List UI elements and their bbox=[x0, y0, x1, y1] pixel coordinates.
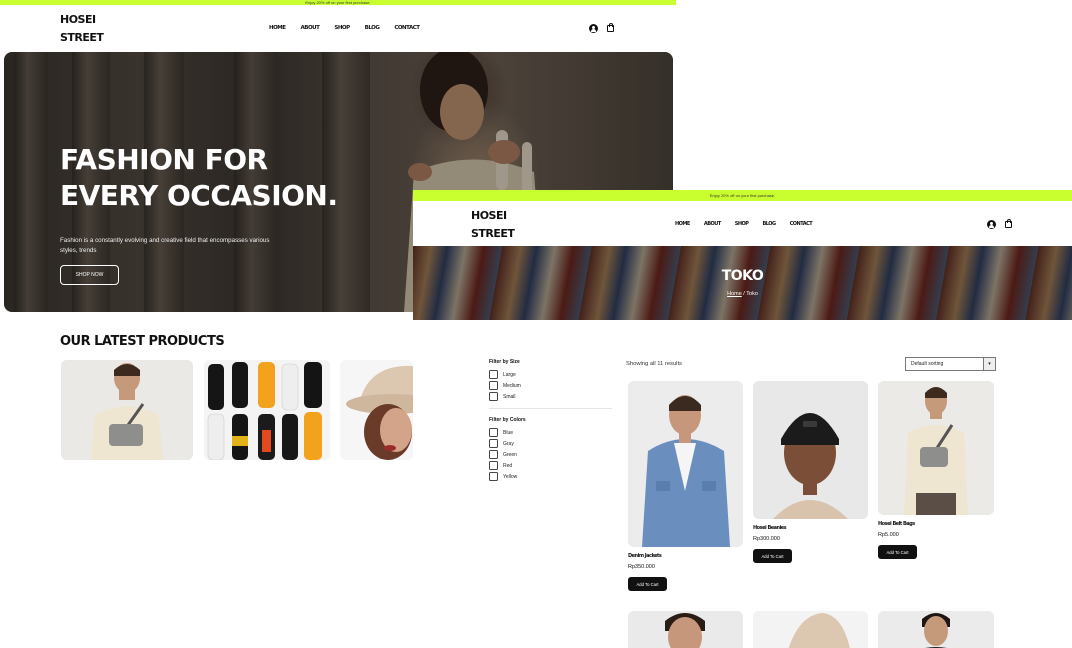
sort-select[interactable]: Default sorting ▾ bbox=[905, 357, 996, 371]
logo-line-1: HOSEI bbox=[60, 13, 96, 26]
sort-value: Default sorting bbox=[911, 361, 944, 367]
product-image-belt-bag bbox=[61, 360, 193, 460]
product-photo-row2-3 bbox=[878, 611, 994, 648]
filter-size-large[interactable]: Large bbox=[489, 370, 516, 379]
header-utilities bbox=[589, 23, 614, 33]
page-title: TOKO bbox=[721, 268, 764, 284]
filter-color-red[interactable]: Red bbox=[489, 461, 512, 470]
product-price: Rp5.000 bbox=[878, 532, 899, 538]
filter-label: Red bbox=[503, 462, 513, 469]
nav-home[interactable]: HOME bbox=[675, 221, 690, 227]
nav-contact[interactable]: CONTACT bbox=[790, 221, 813, 227]
user-icon[interactable] bbox=[589, 24, 598, 33]
hero-subtitle: Fashion is a constantly evolving and cre… bbox=[60, 237, 270, 254]
nav-about[interactable]: ABOUT bbox=[301, 25, 320, 31]
add-to-cart-button[interactable]: Add To Cart bbox=[628, 577, 667, 591]
hero-title: FASHION FOR EVERY OCCASION. bbox=[60, 142, 338, 214]
nav-blog[interactable]: BLOG bbox=[365, 25, 380, 31]
nav-shop[interactable]: SHOP bbox=[334, 25, 350, 31]
product-photo-row2-2 bbox=[753, 611, 868, 648]
checkbox[interactable] bbox=[489, 461, 498, 470]
filter-size-medium[interactable]: Medium bbox=[489, 381, 521, 390]
filter-label: Gray bbox=[503, 440, 514, 447]
breadcrumb-current: / Toko bbox=[741, 291, 758, 297]
logo[interactable]: HOSEI STREET bbox=[471, 207, 515, 243]
belt-bag-photo bbox=[878, 381, 994, 515]
filter-label: Large bbox=[503, 371, 516, 378]
user-icon[interactable] bbox=[987, 220, 996, 229]
filter-color-gray[interactable]: Gray bbox=[489, 439, 514, 448]
nav-contact[interactable]: CONTACT bbox=[394, 25, 420, 31]
product-image-belt-bag[interactable] bbox=[878, 381, 994, 515]
breadcrumb-home-link[interactable]: Home bbox=[727, 291, 742, 297]
hero-title-line-1: FASHION FOR bbox=[60, 143, 268, 176]
filter-label: Medium bbox=[503, 382, 521, 389]
latest-product-card[interactable] bbox=[61, 360, 193, 460]
logo-line-2: STREET bbox=[471, 227, 515, 240]
product-name[interactable]: Hosei Belt Bags bbox=[878, 521, 915, 527]
logo-line-1: HOSEI bbox=[471, 209, 507, 222]
filter-size-title: Filter by Size bbox=[489, 359, 520, 365]
shop-window: Enjoy 20% off on your first purchase. HO… bbox=[413, 190, 1072, 648]
nav-blog[interactable]: BLOG bbox=[762, 221, 776, 227]
breadcrumb: Home / Toko bbox=[413, 291, 1072, 297]
add-to-cart-button[interactable]: Add To Cart bbox=[878, 545, 917, 559]
filter-color-title: Filter by Colors bbox=[489, 417, 526, 423]
filter-size-small[interactable]: Small bbox=[489, 392, 516, 401]
checkbox[interactable] bbox=[489, 428, 498, 437]
nav-about[interactable]: ABOUT bbox=[704, 221, 721, 227]
logo-line-2: STREET bbox=[60, 31, 104, 44]
bag-icon[interactable] bbox=[1005, 219, 1012, 228]
header-utilities bbox=[987, 219, 1012, 229]
checkbox[interactable] bbox=[489, 392, 498, 401]
promo-bar: Enjoy 20% off on your first purchase. bbox=[413, 190, 1072, 201]
filter-color-green[interactable]: Green bbox=[489, 450, 517, 459]
nav-home[interactable]: HOME bbox=[269, 25, 286, 31]
filter-color-yellow[interactable]: Yellow bbox=[489, 472, 517, 481]
product-image-socks bbox=[204, 360, 330, 460]
latest-product-card[interactable] bbox=[204, 360, 330, 460]
product-image-row2[interactable] bbox=[878, 611, 994, 648]
main-nav: HOME ABOUT SHOP BLOG CONTACT bbox=[269, 25, 420, 31]
results-count: Showing all 11 results bbox=[626, 361, 682, 367]
product-image-denim-jacket[interactable] bbox=[628, 381, 743, 547]
hero-title-line-2: EVERY OCCASION. bbox=[60, 179, 338, 212]
product-image-row2[interactable] bbox=[753, 611, 868, 648]
add-to-cart-button[interactable]: Add To Cart bbox=[753, 549, 792, 563]
checkbox[interactable] bbox=[489, 370, 498, 379]
product-image-beanie[interactable] bbox=[753, 381, 868, 519]
filter-color-blue[interactable]: Blue bbox=[489, 428, 513, 437]
product-price: Rp350.000 bbox=[628, 564, 655, 570]
product-image-bucket-hat bbox=[340, 360, 413, 460]
checkbox[interactable] bbox=[489, 472, 498, 481]
promo-text: Enjoy 20% off on your first purchase. bbox=[305, 0, 371, 5]
filter-label: Small bbox=[503, 393, 516, 400]
shop-now-button[interactable]: SHOP NOW bbox=[60, 265, 119, 285]
filter-label: Blue bbox=[503, 429, 514, 436]
checkbox[interactable] bbox=[489, 381, 498, 390]
logo[interactable]: HOSEI STREET bbox=[60, 11, 104, 47]
product-name[interactable]: Hosei Beanies bbox=[753, 525, 787, 531]
promo-bar: Enjoy 20% off on your first purchase. bbox=[0, 0, 676, 5]
product-photo-row2-1 bbox=[628, 611, 743, 648]
product-price: Rp300.000 bbox=[753, 536, 780, 542]
filter-label: Yellow bbox=[503, 473, 518, 480]
chevron-down-icon[interactable]: ▾ bbox=[983, 358, 995, 370]
filter-divider bbox=[489, 408, 612, 409]
promo-text: Enjoy 20% off on your first purchase. bbox=[709, 193, 776, 198]
checkbox[interactable] bbox=[489, 450, 498, 459]
latest-product-card[interactable] bbox=[340, 360, 413, 460]
latest-products-title: OUR LATEST PRODUCTS bbox=[60, 334, 225, 349]
product-name[interactable]: Denim Jackets bbox=[628, 553, 662, 559]
nav-shop[interactable]: SHOP bbox=[735, 221, 749, 227]
checkbox[interactable] bbox=[489, 439, 498, 448]
denim-jacket-photo bbox=[628, 381, 743, 547]
product-image-row2[interactable] bbox=[628, 611, 743, 648]
bag-icon[interactable] bbox=[607, 23, 614, 32]
filter-label: Green bbox=[503, 451, 517, 458]
main-nav: HOME ABOUT SHOP BLOG CONTACT bbox=[675, 221, 813, 227]
beanie-photo bbox=[753, 381, 868, 519]
